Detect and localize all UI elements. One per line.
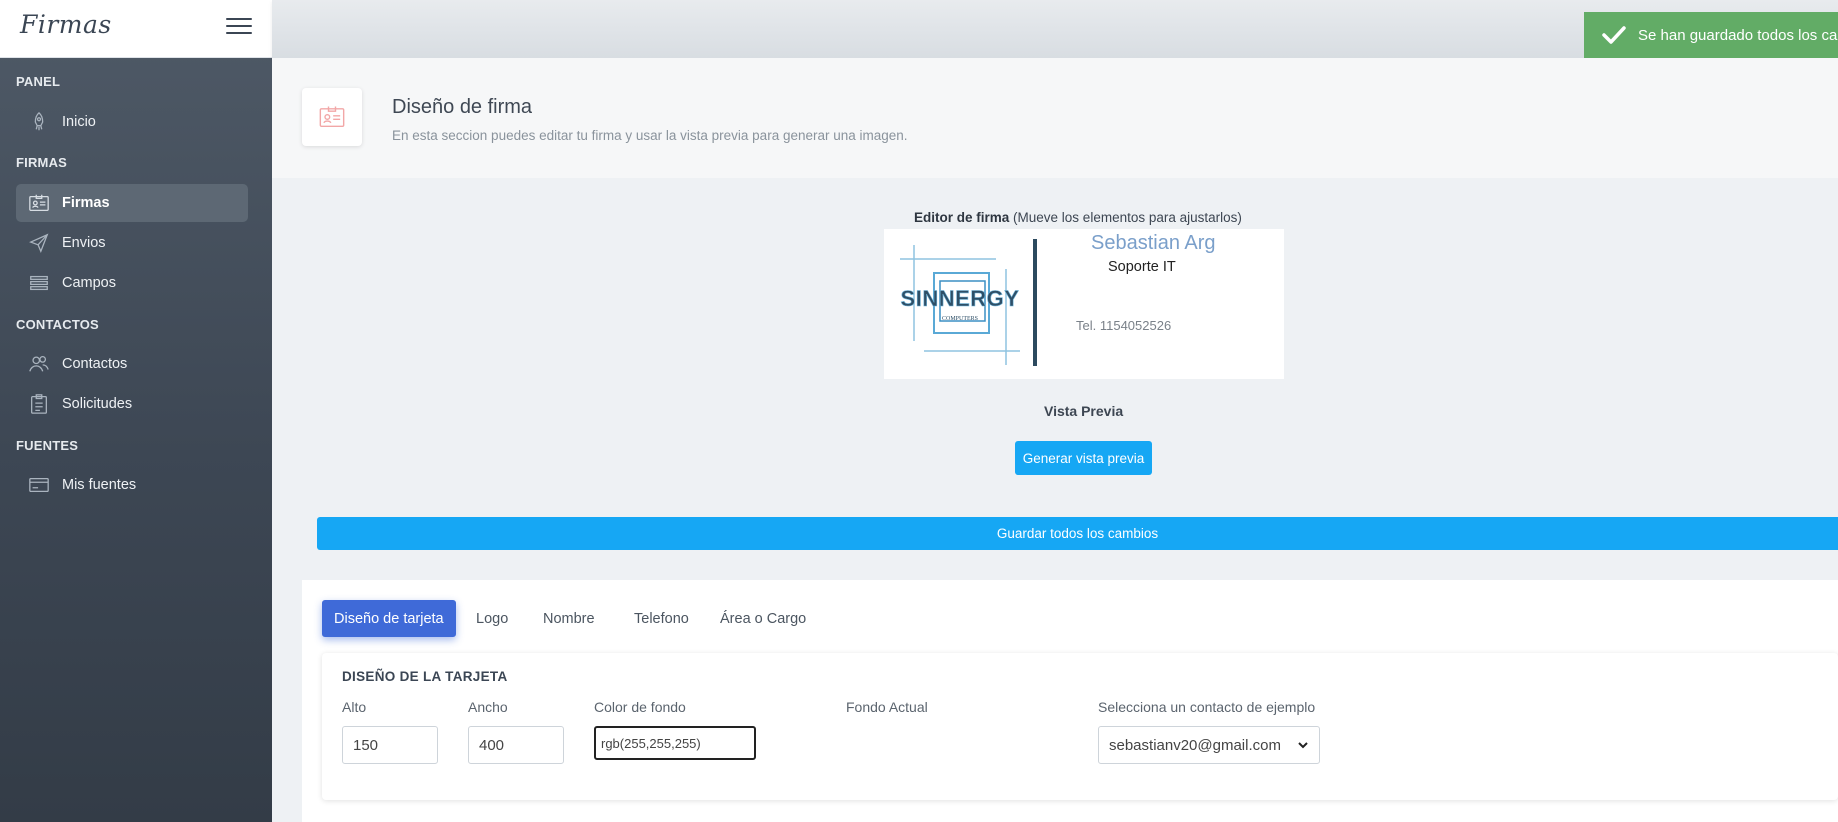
sidebar: PANEL Inicio FIRMAS Firmas Envios Campos… xyxy=(0,0,272,822)
rocket-icon xyxy=(26,110,52,134)
sidebar-item-solicitudes[interactable]: Solicitudes xyxy=(16,385,248,423)
signature-logo-text: SINNERGY xyxy=(901,286,1020,311)
signature-phone[interactable]: Tel. 1154052526 xyxy=(1076,318,1171,333)
signature-divider xyxy=(1033,239,1037,366)
sidebar-item-contactos[interactable]: Contactos xyxy=(16,345,248,383)
tab-telefono[interactable]: Telefono xyxy=(622,600,701,637)
sidebar-item-label: Campos xyxy=(62,275,116,291)
app-logo: Firmas xyxy=(20,10,112,39)
chevron-down-icon xyxy=(1298,742,1308,749)
credit-card-icon xyxy=(26,473,52,497)
toast-message: Se han guardado todos los cambios xyxy=(1638,26,1838,44)
tab-logo[interactable]: Logo xyxy=(464,600,520,637)
signature-logo[interactable]: SINNERGY COMPUTERS xyxy=(894,239,1026,369)
hamburger-icon xyxy=(226,18,252,20)
page-icon-box xyxy=(302,88,362,146)
alto-input[interactable]: 150 xyxy=(342,726,438,764)
page-subtitle: En esta seccion puedes editar tu firma y… xyxy=(392,128,908,143)
settings-card: Diseño de tarjeta Logo Nombre Telefono Á… xyxy=(302,580,1838,822)
id-card-icon xyxy=(26,191,52,215)
signature-name[interactable]: Sebastian Arg xyxy=(1091,232,1216,255)
preview-label: Vista Previa xyxy=(1044,403,1124,419)
sidebar-heading-contactos: CONTACTOS xyxy=(16,317,99,332)
sidebar-heading-firmas: FIRMAS xyxy=(16,155,68,170)
example-contact-value: sebastianv20@gmail.com xyxy=(1109,736,1281,754)
example-contact-select[interactable]: sebastianv20@gmail.com xyxy=(1098,726,1320,764)
sidebar-item-label: Mis fuentes xyxy=(62,477,137,493)
sidebar-item-envios[interactable]: Envios xyxy=(16,224,248,262)
editor-label: Editor de firma (Mueve los elementos par… xyxy=(914,210,1242,225)
card-design-panel: DISEÑO DE LA TARJETA Alto 150 Ancho 400 … xyxy=(322,653,1838,800)
alto-label: Alto xyxy=(342,699,367,715)
tab-nombre[interactable]: Nombre xyxy=(531,600,607,637)
sidebar-item-mis-fuentes[interactable]: Mis fuentes xyxy=(16,466,248,504)
editor-label-bold: Editor de firma xyxy=(914,210,1010,225)
sidebar-heading-panel: PANEL xyxy=(16,74,61,89)
editor-label-hint: (Mueve los elementos para ajustarlos) xyxy=(1013,210,1242,225)
brand-bar: Firmas xyxy=(0,0,272,58)
ancho-input[interactable]: 400 xyxy=(468,726,564,764)
hamburger-menu-button[interactable] xyxy=(226,18,252,38)
sidebar-item-label: Inicio xyxy=(62,114,96,130)
sidebar-item-label: Firmas xyxy=(62,195,110,211)
tab-diseno-de-tarjeta[interactable]: Diseño de tarjeta xyxy=(322,600,456,637)
rows-icon xyxy=(26,271,52,295)
example-contact-label: Selecciona un contacto de ejemplo xyxy=(1098,699,1316,715)
page-title: Diseño de firma xyxy=(392,96,533,118)
current-background-label: Fondo Actual xyxy=(846,699,928,715)
success-toast[interactable]: Se han guardado todos los cambios xyxy=(1584,12,1838,62)
sidebar-item-label: Contactos xyxy=(62,356,128,372)
save-all-button[interactable]: Guardar todos los cambios xyxy=(317,517,1838,550)
id-card-icon xyxy=(319,106,345,128)
checkmark-icon xyxy=(1602,26,1626,44)
sidebar-item-campos[interactable]: Campos xyxy=(16,264,248,302)
sidebar-item-label: Solicitudes xyxy=(62,396,133,412)
tab-area-o-cargo[interactable]: Área o Cargo xyxy=(708,600,818,637)
paper-plane-icon xyxy=(26,231,52,255)
users-icon xyxy=(26,352,52,376)
signature-role[interactable]: Soporte IT xyxy=(1108,259,1176,275)
clipboard-icon xyxy=(26,392,52,416)
ancho-label: Ancho xyxy=(468,699,508,715)
sidebar-item-inicio[interactable]: Inicio xyxy=(16,103,248,141)
signature-logo-subtext: COMPUTERS xyxy=(942,316,978,322)
panel-title: DISEÑO DE LA TARJETA xyxy=(342,669,508,684)
background-color-label: Color de fondo xyxy=(594,699,686,715)
background-color-input[interactable]: rgb(255,255,255) xyxy=(594,726,756,760)
sidebar-item-label: Envios xyxy=(62,235,106,251)
signature-editor-canvas[interactable]: SINNERGY COMPUTERS Sebastian Arg Soporte… xyxy=(884,229,1284,379)
generate-preview-button[interactable]: Generar vista previa xyxy=(1015,441,1152,475)
sidebar-heading-fuentes: FUENTES xyxy=(16,438,79,453)
sidebar-item-firmas[interactable]: Firmas xyxy=(16,184,248,222)
page-header: Diseño de firma En esta seccion puedes e… xyxy=(272,58,1838,178)
